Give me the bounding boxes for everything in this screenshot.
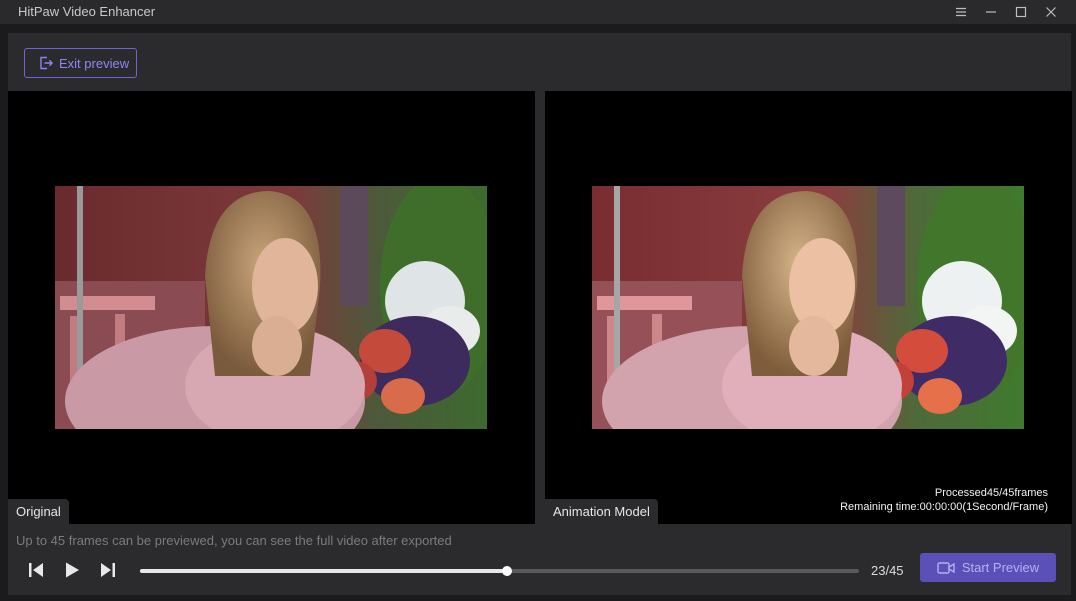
exit-icon: [40, 56, 53, 70]
exit-preview-label: Exit preview: [59, 55, 130, 71]
video-camera-icon: [937, 561, 955, 574]
frame-counter: 23/45: [871, 563, 904, 578]
original-label: Original: [8, 499, 69, 524]
processed-frames-text: Processed45/45frames: [934, 487, 1048, 499]
processing-status: Processed45/45frames Remaining time:00:0…: [840, 486, 1048, 514]
enhanced-video-frame: [592, 186, 1024, 429]
menu-icon[interactable]: [946, 0, 976, 24]
play-icon: [66, 562, 79, 578]
title-bar: HitPaw Video Enhancer: [0, 0, 1076, 24]
maximize-icon[interactable]: [1006, 0, 1036, 24]
preview-hint-text: Up to 45 frames can be previewed, you ca…: [16, 533, 452, 548]
next-frame-icon: [101, 563, 115, 577]
previous-frame-button[interactable]: [24, 557, 48, 583]
frame-slider-progress: [140, 569, 507, 573]
frame-slider[interactable]: [140, 566, 859, 576]
app-title: HitPaw Video Enhancer: [18, 4, 156, 19]
start-preview-button[interactable]: Start Preview: [920, 553, 1056, 582]
enhanced-preview-pane: Processed45/45frames Remaining time:00:0…: [545, 91, 1072, 524]
start-preview-label: Start Preview: [961, 560, 1040, 575]
close-icon[interactable]: [1036, 0, 1066, 24]
remaining-time-text: Remaining time:00:00:00(1Second/Frame): [840, 501, 1048, 513]
preview-panel: Exit preview Original Processed45/45fram…: [8, 33, 1072, 595]
animation-model-label: Animation Model: [545, 499, 658, 524]
previous-frame-icon: [29, 563, 43, 577]
frame-slider-handle[interactable]: [501, 566, 512, 576]
minimize-icon[interactable]: [976, 0, 1006, 24]
original-video-frame: [55, 186, 487, 429]
play-button[interactable]: [60, 557, 84, 583]
exit-preview-button[interactable]: Exit preview: [24, 48, 137, 78]
next-frame-button[interactable]: [96, 557, 120, 583]
original-preview-pane: Original: [8, 91, 535, 524]
